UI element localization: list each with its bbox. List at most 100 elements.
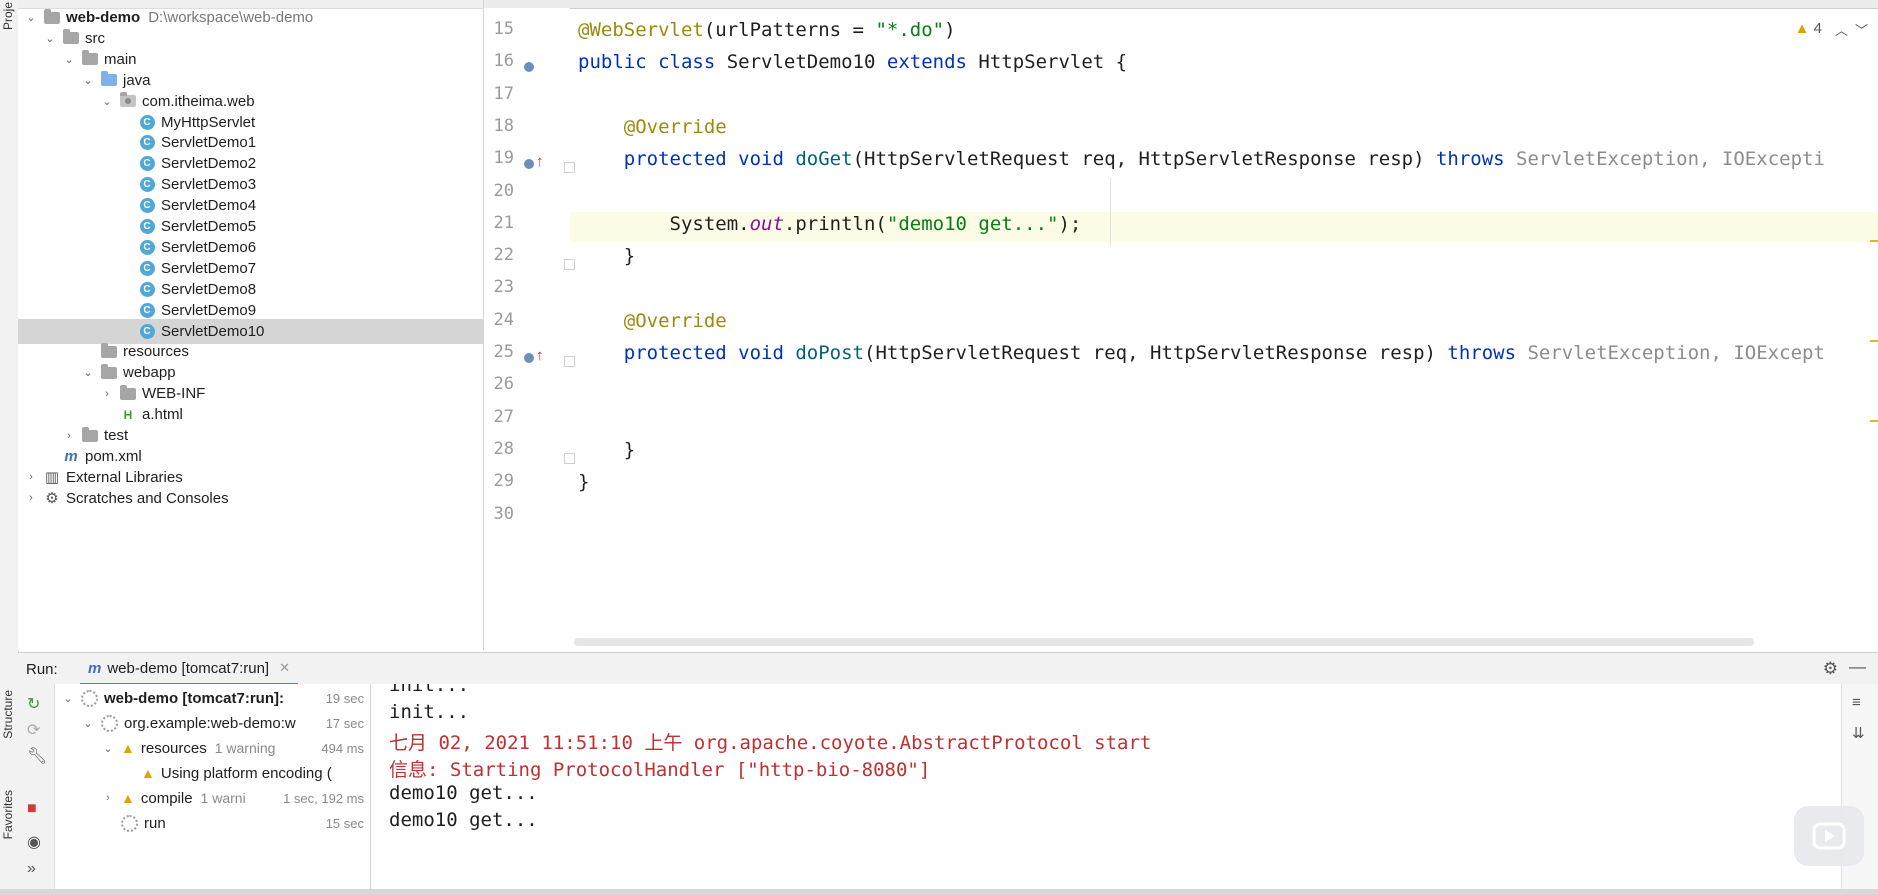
chevron-down-icon[interactable]: ⌄ — [43, 31, 57, 45]
minimize-icon[interactable]: — — [1849, 657, 1866, 677]
code-token: System. — [578, 212, 750, 235]
soft-wrap-icon[interactable]: ≡ — [1852, 694, 1861, 711]
chevron-right-icon[interactable]: › — [24, 491, 38, 505]
chevron-right-icon[interactable]: › — [101, 791, 115, 805]
chevron-down-icon[interactable]: ⌄ — [81, 366, 95, 380]
folder-icon — [101, 342, 117, 360]
code-line[interactable]: protected void doGet(HttpServletRequest … — [578, 148, 1825, 170]
build-item-time: 1 sec, 192 ms — [283, 790, 364, 806]
code-token: } — [578, 245, 636, 268]
code-line[interactable]: } — [578, 439, 635, 461]
chevron-right-icon[interactable]: › — [62, 429, 76, 443]
code-token: HttpServlet { — [978, 51, 1128, 74]
tree-item[interactable]: › ⚙ Scratches and Consoles — [18, 486, 483, 511]
code-line[interactable]: System.out.println("demo10 get..."); — [578, 212, 1082, 235]
error-stripe-mark[interactable] — [1870, 420, 1878, 422]
code-token: @Override — [623, 309, 727, 332]
chevron-right-icon[interactable]: › — [100, 387, 114, 401]
libraries-icon: ▥ — [44, 469, 60, 487]
folder-icon — [82, 50, 98, 67]
class-icon: C — [139, 219, 155, 235]
code-token: doGet — [795, 148, 853, 171]
maven-icon: m — [88, 659, 102, 677]
folder-icon — [120, 384, 136, 402]
chevron-down-icon[interactable]: ⌄ — [81, 716, 95, 730]
line-number: 21 — [493, 212, 514, 233]
tree-item-label: pom.xml — [85, 447, 142, 465]
favorites-tool-window-button[interactable]: Favorites — [1, 790, 15, 839]
code-token: (HttpServletRequest req, HttpServletResp… — [852, 148, 1436, 171]
build-tree-item[interactable]: › ▲ compile 1 warni 1 sec, 192 ms — [55, 786, 370, 810]
module-path: D:\workspace\web-demo — [148, 9, 314, 26]
implements-gutter-icon[interactable] — [524, 159, 534, 170]
eye-icon[interactable]: ◉ — [27, 832, 41, 852]
expand-more-icon[interactable]: » — [27, 860, 36, 878]
code-line[interactable]: protected void doPost(HttpServletRequest… — [578, 342, 1825, 364]
code-token: .println( — [783, 212, 887, 235]
warnings-indicator[interactable]: ▲ 4 — [1795, 20, 1822, 37]
servlet-gutter-icon[interactable] — [524, 62, 534, 73]
stop-icon[interactable]: ■ — [27, 800, 37, 818]
code-token: ) — [944, 19, 956, 41]
class-icon: C — [139, 281, 155, 297]
wrench-icon[interactable]: 🔧︎ — [27, 746, 47, 766]
code-token: extends — [886, 51, 979, 74]
class-badge: C — [139, 239, 155, 255]
code-line[interactable]: } — [578, 245, 635, 267]
spinner-icon — [101, 714, 118, 732]
build-tree-item[interactable]: ›▲Using platform encoding ( — [55, 761, 370, 785]
fold-marker-icon[interactable] — [564, 162, 575, 174]
previous-highlight-icon[interactable]: ︿ — [1835, 20, 1848, 39]
video-play-overlay[interactable] — [1794, 806, 1864, 866]
chevron-down-icon[interactable]: ⌄ — [62, 52, 76, 66]
status-bar — [0, 889, 1878, 895]
tree-item-label: ServletDemo8 — [161, 280, 257, 298]
run-tab-web-demo[interactable]: m web-demo [tomcat7:run] ✕ — [80, 653, 298, 686]
build-tree-item[interactable]: ⌄ org.example:web-demo:w 17 sec — [55, 711, 370, 735]
error-stripe-mark[interactable] — [1870, 340, 1878, 342]
code-editor[interactable]: 15 16 17 18 19 20 21 22 23 24 25 26 27 28 29 30 ↑ ↑ @WebS… — [484, 0, 1878, 650]
override-arrow-icon[interactable]: ↑ — [536, 153, 544, 170]
chevron-down-icon[interactable]: ⌄ — [61, 691, 75, 705]
gear-icon[interactable]: ⚙ — [1823, 659, 1838, 679]
build-tree-item[interactable]: ⌄ ▲ resources 1 warning 494 ms — [55, 736, 370, 760]
code-line[interactable]: } — [578, 471, 589, 493]
folder-shape — [82, 426, 98, 442]
code-line[interactable]: @Override — [578, 310, 727, 332]
scroll-to-end-icon[interactable]: ⇊ — [1852, 724, 1865, 742]
next-highlight-icon[interactable]: ﹀ — [1855, 20, 1868, 39]
error-stripe-mark[interactable] — [1870, 240, 1878, 242]
code-token: @WebServlet — [578, 19, 704, 41]
line-number: 22 — [493, 245, 514, 266]
chevron-down-icon[interactable]: ⌄ — [101, 741, 115, 755]
editor-horizontal-scrollbar[interactable] — [574, 638, 1754, 646]
chevron-down-icon[interactable]: ⌄ — [81, 73, 95, 87]
code-token: } — [578, 438, 636, 461]
class-icon: C — [139, 260, 155, 276]
build-tree-item[interactable]: ›run15 sec — [55, 811, 370, 835]
rerun-icon[interactable]: ↻ — [27, 694, 40, 714]
folder-shape — [44, 8, 60, 24]
scratches-icon: ⚙ — [45, 490, 59, 508]
chevron-right-icon[interactable]: › — [24, 470, 38, 484]
code-line[interactable]: public class ServletDemo10 extends HttpS… — [578, 51, 1127, 73]
tree-item-label: test — [104, 427, 129, 444]
toggle-view-icon[interactable]: ⟳ — [27, 720, 40, 740]
build-item-time: 15 sec — [325, 815, 364, 831]
override-arrow-icon[interactable]: ↑ — [536, 347, 544, 364]
build-tree-item[interactable]: ⌄ web-demo [tomcat7:run]: 19 sec — [55, 686, 370, 710]
implements-gutter-icon[interactable] — [524, 353, 534, 363]
structure-tool-window-button[interactable]: Structure — [1, 690, 15, 739]
fold-marker-icon[interactable] — [564, 259, 575, 271]
chevron-down-icon[interactable]: ⌄ — [24, 11, 38, 25]
code-line[interactable]: @WebServlet(urlPatterns = "*.do") — [578, 19, 956, 41]
project-tool-window-button[interactable]: Proje — [1, 2, 15, 30]
code-line[interactable]: @Override — [578, 116, 727, 138]
tree-item-label: ServletDemo1 — [161, 134, 257, 152]
fold-marker-icon[interactable] — [564, 452, 575, 464]
console-output[interactable]: init... init... 七月 02, 2021 11:51:10 上午 or… — [371, 684, 1841, 889]
fold-marker-icon[interactable] — [564, 356, 575, 367]
close-icon[interactable]: ✕ — [279, 660, 290, 676]
chevron-down-icon[interactable]: ⌄ — [100, 94, 114, 108]
